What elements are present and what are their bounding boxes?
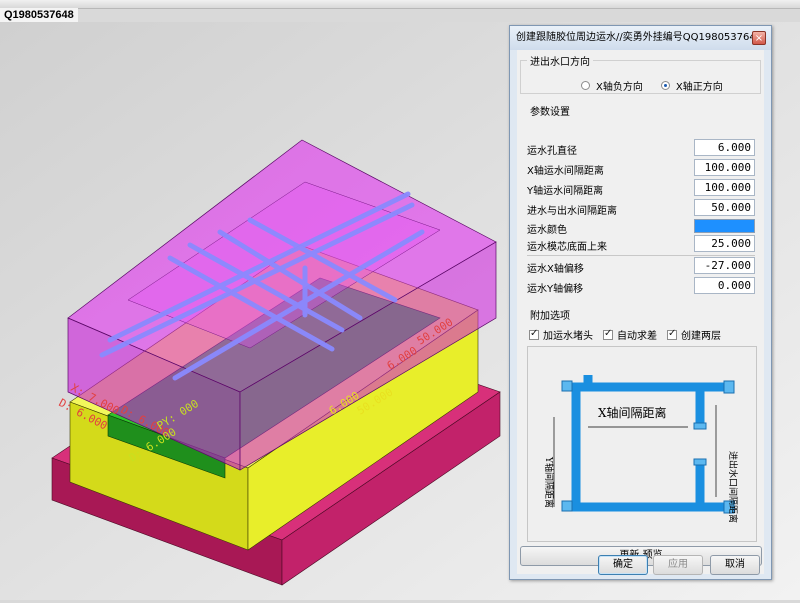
apply-button[interactable]: 应用 xyxy=(653,555,703,575)
checkbox-auto-subtract[interactable] xyxy=(603,328,613,340)
param-row-x-spacing: X轴运水间隔距离 100.000 xyxy=(527,159,755,177)
option-two-layers[interactable]: 创建两层 xyxy=(667,327,721,342)
param-row-y-spacing: Y轴运水间隔距离 100.000 xyxy=(527,179,755,197)
cancel-button[interactable]: 取消 xyxy=(710,555,760,575)
param-row-diameter: 运水孔直径 6.000 xyxy=(527,139,755,157)
param-separator xyxy=(527,255,755,256)
preview-diagram: X轴间隔距离 Y轴间隔距离 进出水口间隔距离 xyxy=(527,346,757,542)
param-label-inout-spacing: 进水与出水间隔距离 xyxy=(527,206,617,217)
preview-x-spacing-label: X轴间隔距离 xyxy=(598,405,667,420)
color-swatch[interactable] xyxy=(694,219,755,233)
param-label-x-offset: 运水X轴偏移 xyxy=(527,264,584,275)
param-row-inout-spacing: 进水与出水间隔距离 50.000 xyxy=(527,199,755,217)
radio-x-negative-label: X轴负方向 xyxy=(596,82,643,93)
cooling-dialog: 创建跟随胶位周边运水//奕勇外挂编号QQ1980537648 × 进出水口方向 … xyxy=(509,25,772,580)
direction-options: X轴负方向 X轴正方向 xyxy=(581,78,723,93)
param-input-x-spacing[interactable]: 100.000 xyxy=(694,159,755,176)
param-label-y-spacing: Y轴运水间隔距离 xyxy=(527,186,604,197)
checkbox-two-layers[interactable] xyxy=(667,328,677,340)
dialog-body: 进出水口方向 X轴负方向 X轴正方向 参数设置 运水孔直径 6.000 X轴运水… xyxy=(517,50,764,574)
option-two-layers-label: 创建两层 xyxy=(681,331,721,342)
param-label-offset-up: 运水模芯底面上来 xyxy=(527,242,607,253)
option-auto-subtract[interactable]: 自动求差 xyxy=(603,327,657,342)
param-row-offset-up: 运水模芯底面上来 25.000 xyxy=(527,235,755,253)
param-input-y-offset[interactable]: 0.000 xyxy=(694,277,755,294)
radio-x-negative[interactable] xyxy=(581,81,590,90)
checkbox-plug[interactable] xyxy=(529,328,539,340)
direction-group: 进出水口方向 X轴负方向 X轴正方向 xyxy=(520,53,761,94)
param-row-y-offset: 运水Y轴偏移 0.000 xyxy=(527,277,755,295)
param-input-x-offset[interactable]: -27.000 xyxy=(694,257,755,274)
radio-x-positive[interactable] xyxy=(660,81,670,90)
param-input-diameter[interactable]: 6.000 xyxy=(694,139,755,156)
param-input-offset-up[interactable]: 25.000 xyxy=(694,235,755,252)
extra-group-label: 附加选项 xyxy=(527,307,573,322)
param-row-color: 运水颜色 xyxy=(527,218,755,236)
option-auto-subtract-label: 自动求差 xyxy=(617,331,657,342)
option-plug-label: 加运水堵头 xyxy=(543,331,593,342)
param-label-y-offset: 运水Y轴偏移 xyxy=(527,284,584,295)
ok-button[interactable]: 确定 xyxy=(598,555,648,575)
param-label-diameter: 运水孔直径 xyxy=(527,146,577,157)
close-icon[interactable]: × xyxy=(752,31,766,45)
option-plug[interactable]: 加运水堵头 xyxy=(529,327,593,342)
preview-inout-spacing-label: 进出水口间隔距离 xyxy=(727,451,739,523)
preview-svg: X轴间隔距离 Y轴间隔距离 进出水口间隔距离 xyxy=(528,347,756,541)
param-label-x-spacing: X轴运水间隔距离 xyxy=(527,166,604,177)
direction-group-label: 进出水口方向 xyxy=(527,53,593,68)
params-group-label: 参数设置 xyxy=(527,103,573,118)
param-input-y-spacing[interactable]: 100.000 xyxy=(694,179,755,196)
extra-group: 附加选项 加运水堵头 自动求差 创建两层 xyxy=(520,307,761,342)
app-title-fragment: Q1980537648 xyxy=(0,8,78,22)
param-label-color: 运水颜色 xyxy=(527,225,567,236)
preview-y-spacing-label: Y轴间隔距离 xyxy=(543,456,555,508)
radio-x-positive-label: X轴正方向 xyxy=(675,82,723,93)
extra-options: 加运水堵头 自动求差 创建两层 xyxy=(529,327,731,342)
param-input-inout-spacing[interactable]: 50.000 xyxy=(694,199,755,216)
app-toolbar-strip xyxy=(0,0,800,9)
param-row-x-offset: 运水X轴偏移 -27.000 xyxy=(527,257,755,275)
dialog-title: 创建跟随胶位周边运水//奕勇外挂编号QQ1980537648 xyxy=(510,26,771,50)
